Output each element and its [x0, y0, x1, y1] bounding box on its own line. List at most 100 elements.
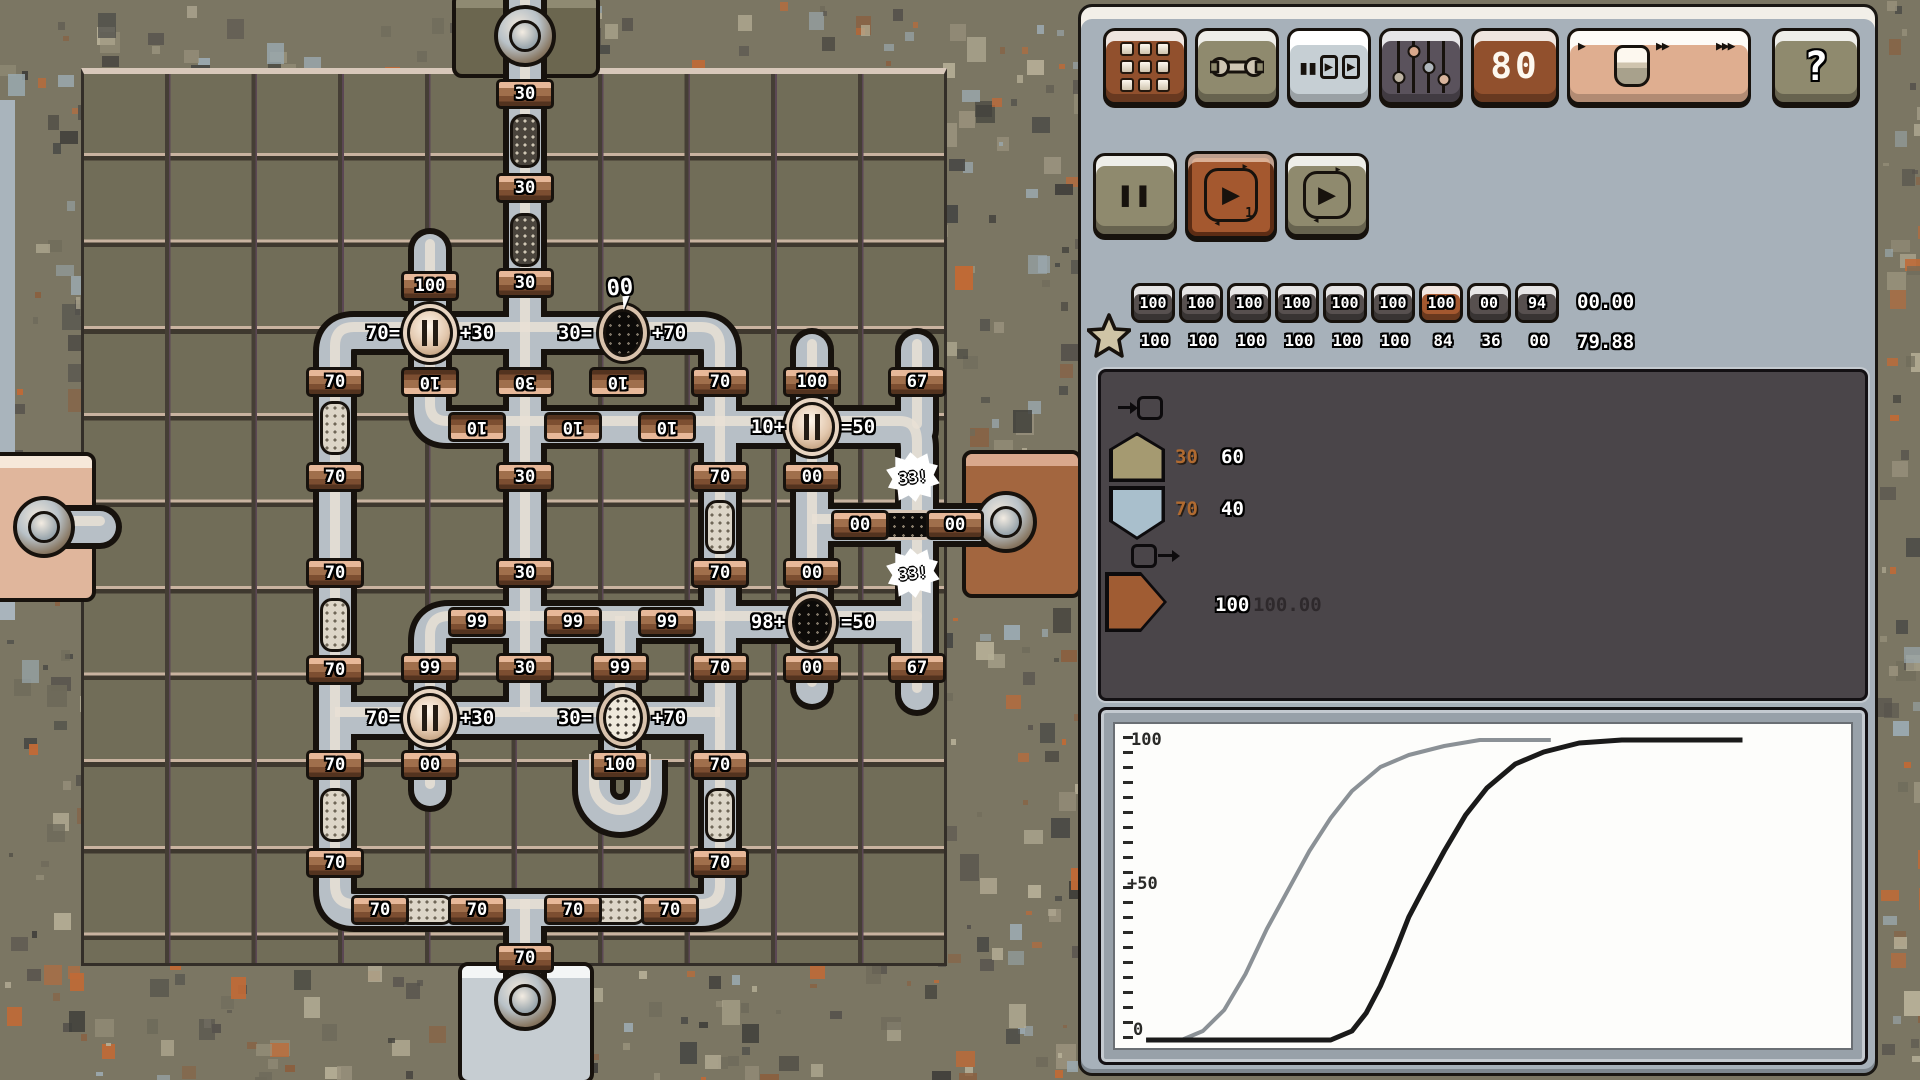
pipe-mesh-section[interactable] [510, 213, 540, 267]
pipe-network[interactable] [0, 0, 1078, 1080]
pipe-flange[interactable]: 70 [306, 367, 364, 397]
settings-button[interactable] [1379, 28, 1463, 105]
output-shape[interactable] [1105, 572, 1167, 632]
pipe-flange[interactable]: 70 [691, 558, 749, 588]
connector-dome[interactable] [494, 969, 556, 1031]
pipe-mesh-section[interactable] [510, 114, 540, 168]
connector-dome[interactable] [13, 496, 75, 558]
pipe-mesh-section[interactable] [320, 788, 350, 842]
pipe-mesh-section[interactable] [705, 788, 735, 842]
terrain-speck [1914, 782, 1920, 802]
input1-shape[interactable] [1109, 432, 1165, 482]
pipe-flange[interactable]: 67 [888, 653, 946, 683]
score-target-button[interactable]: 100 [1419, 283, 1463, 323]
pause-button[interactable]: ❚❚ [1093, 153, 1177, 237]
star-icon [1087, 313, 1131, 359]
pipe-flange[interactable]: 100 [783, 367, 841, 397]
pipe-mesh-section[interactable] [705, 500, 735, 554]
pipe-flange[interactable]: 00 [831, 510, 889, 540]
valve-dark[interactable] [792, 598, 832, 646]
play-once-button[interactable]: ▶ ▸ ▸ 1 [1185, 151, 1277, 239]
achieved-value: 100 [1131, 331, 1179, 350]
pipe-flange[interactable]: 30 [496, 367, 554, 397]
pipe-flange[interactable]: 00 [783, 462, 841, 492]
pipe-flange[interactable]: 70 [691, 367, 749, 397]
pipe-flange[interactable]: 30 [496, 268, 554, 298]
terrain-speck [1891, 240, 1910, 251]
pipe-flange[interactable]: 00 [401, 750, 459, 780]
flow-value: 100 [797, 374, 828, 391]
pipe-flange[interactable]: 10 [638, 412, 696, 442]
help-button[interactable]: ? [1772, 28, 1860, 105]
pipe-flange[interactable]: 30 [496, 653, 554, 683]
speed-button[interactable]: ▶ ▶▶ ▶▶▶ [1567, 28, 1751, 105]
achieved-value: 100 [1227, 331, 1275, 350]
score-target-button[interactable]: 100 [1323, 283, 1367, 323]
pipe-flange[interactable]: 00 [783, 558, 841, 588]
pipe-flange[interactable]: 10 [544, 412, 602, 442]
pipe-flange[interactable]: 99 [591, 653, 649, 683]
pipe-flange[interactable]: 70 [496, 943, 554, 973]
score-target-button[interactable]: 100 [1179, 283, 1223, 323]
pipe-flange[interactable]: 70 [306, 848, 364, 878]
connector-dome[interactable] [975, 491, 1037, 553]
valve-dark[interactable] [603, 309, 643, 357]
pipe-flange[interactable]: 70 [641, 895, 699, 925]
pipe-flange[interactable]: 10 [589, 367, 647, 397]
valve-open[interactable] [407, 308, 453, 358]
pipe-flange[interactable]: 10 [401, 367, 459, 397]
pipe-flange[interactable]: 99 [638, 607, 696, 637]
pipe-flange[interactable]: 00 [783, 653, 841, 683]
input2-shape[interactable] [1109, 486, 1165, 540]
valve-open[interactable] [407, 693, 453, 743]
score-target-button[interactable]: 94 [1515, 283, 1559, 323]
pipe-flange[interactable]: 99 [544, 607, 602, 637]
speed-3x-icon[interactable]: ▶▶▶ [1716, 39, 1733, 54]
pipe-flange[interactable]: 30 [496, 79, 554, 109]
pipe-flange[interactable]: 67 [888, 367, 946, 397]
valve-dotted[interactable] [603, 694, 643, 742]
target-value: 100 [1139, 294, 1166, 312]
pipe-flange[interactable]: 70 [691, 462, 749, 492]
display-value-button[interactable]: 80 [1471, 28, 1559, 105]
score-target-button[interactable]: 100 [1131, 283, 1175, 323]
pipe-flange[interactable]: 30 [496, 462, 554, 492]
pipe-flange[interactable]: 99 [401, 653, 459, 683]
pipe-flange[interactable]: 100 [401, 271, 459, 301]
pipe-flange[interactable]: 70 [306, 750, 364, 780]
play-loop-button[interactable]: ▶ ▸ ▸ [1285, 153, 1369, 237]
pipe-flange[interactable]: 99 [448, 607, 506, 637]
input1-rate: 30 [1175, 446, 1198, 468]
pipe-flange[interactable]: 70 [691, 750, 749, 780]
input2-value: 40 [1221, 498, 1244, 520]
score-target-button[interactable]: 100 [1275, 283, 1319, 323]
valve-open[interactable] [789, 402, 835, 452]
speed-2x-icon[interactable]: ▶▶ [1656, 39, 1668, 54]
pipe-flange[interactable]: 70 [691, 653, 749, 683]
pipe-flange[interactable]: 70 [544, 895, 602, 925]
pipe-flange[interactable]: 70 [306, 558, 364, 588]
pipe-flange[interactable]: 30 [496, 558, 554, 588]
speed-1x-icon[interactable]: ▶ [1578, 39, 1584, 54]
playback-panel-button[interactable]: ▮▮▶▶ [1287, 28, 1371, 105]
flow-value: 99 [610, 660, 630, 677]
pipe-flange[interactable]: 70 [306, 462, 364, 492]
pipe-mesh-section[interactable] [320, 401, 350, 455]
pipe-flange[interactable]: 10 [448, 412, 506, 442]
pipe-flange[interactable]: 00 [926, 510, 984, 540]
pipe-flange[interactable]: 70 [691, 848, 749, 878]
pipe-flange[interactable]: 70 [448, 895, 506, 925]
score-target-button[interactable]: 100 [1371, 283, 1415, 323]
components-button[interactable] [1103, 28, 1187, 105]
score-target-button[interactable]: 00 [1467, 283, 1511, 323]
pipe-flange[interactable]: 30 [496, 173, 554, 203]
pipe-flange[interactable]: 70 [306, 655, 364, 685]
terrain-speck [1910, 83, 1916, 90]
tools-button[interactable] [1195, 28, 1279, 105]
score-target-button[interactable]: 100 [1227, 283, 1271, 323]
pipe-flange[interactable]: 70 [351, 895, 409, 925]
connector-dome[interactable] [494, 5, 556, 67]
pipe-mesh-section[interactable] [320, 598, 350, 652]
terrain-speck [1885, 249, 1893, 257]
pipe-flange[interactable]: 100 [591, 750, 649, 780]
